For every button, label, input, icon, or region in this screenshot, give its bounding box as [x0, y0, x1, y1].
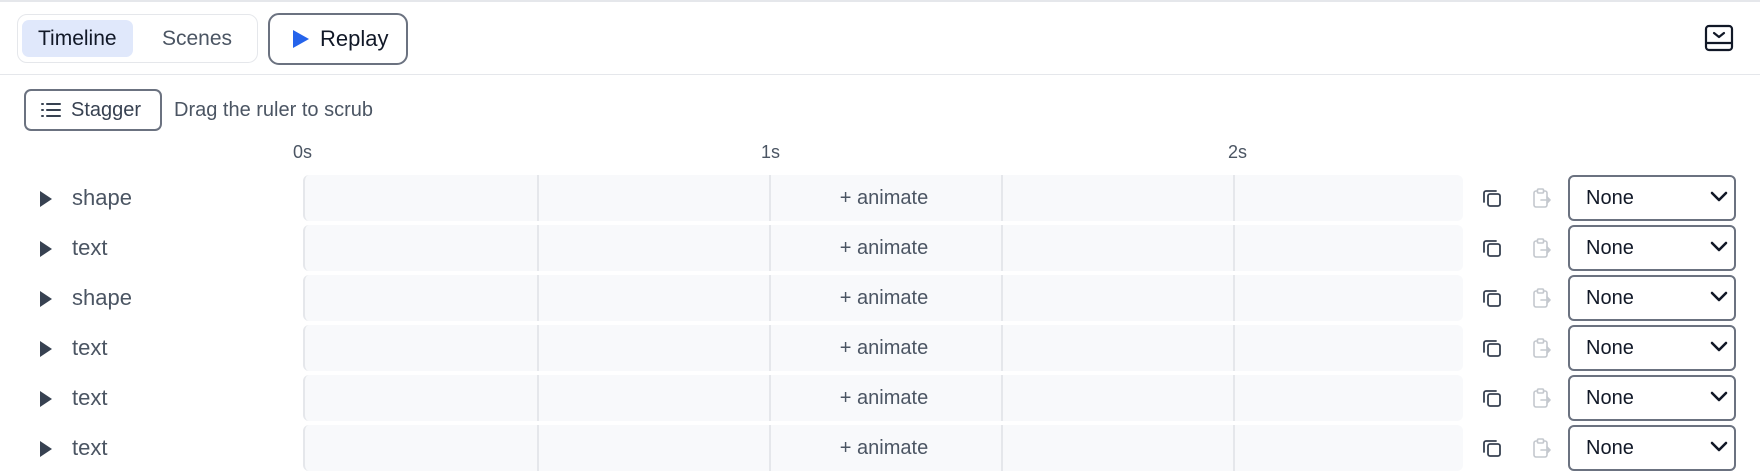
timeline-row: text + animate None	[0, 225, 1760, 271]
add-animation-label: + animate	[839, 187, 929, 209]
replay-button[interactable]: Replay	[268, 13, 408, 65]
ruler-tick-2s: 2s	[1228, 142, 1248, 162]
chevron-down-icon	[1710, 291, 1728, 302]
add-animation-label: + animate	[839, 387, 929, 409]
timeline-row: shape + animate None	[0, 275, 1760, 321]
chevron-down-icon	[1710, 441, 1728, 452]
add-animation-label: + animate	[839, 437, 929, 459]
animation-track[interactable]: + animate	[303, 375, 1463, 421]
paste-icon	[1533, 188, 1551, 208]
expand-triangle-icon[interactable]	[36, 339, 56, 359]
timeline-row: text + animate None	[0, 325, 1760, 371]
layer-name: text	[72, 385, 108, 410]
chevron-down-icon	[1710, 391, 1728, 402]
expand-triangle-icon[interactable]	[36, 239, 56, 259]
copy-icon[interactable]	[1481, 237, 1503, 259]
expand-triangle-icon[interactable]	[36, 439, 56, 459]
copy-icon[interactable]	[1481, 187, 1503, 209]
layer-name: text	[72, 335, 108, 360]
layer-name: text	[72, 435, 108, 460]
add-animation-label: + animate	[839, 237, 929, 259]
collapse-panel-icon[interactable]	[1704, 23, 1734, 53]
stagger-button[interactable]: Stagger	[24, 89, 162, 131]
chevron-down-icon	[1710, 241, 1728, 252]
easing-value: None	[1586, 437, 1634, 459]
animation-track[interactable]: + animate	[303, 225, 1463, 271]
play-icon	[293, 30, 309, 48]
copy-icon[interactable]	[1481, 437, 1503, 459]
chevron-down-icon	[1710, 191, 1728, 202]
expand-triangle-icon[interactable]	[36, 389, 56, 409]
easing-select[interactable]: None	[1568, 225, 1736, 271]
animation-track[interactable]: + animate	[303, 425, 1463, 471]
animation-track[interactable]: + animate	[303, 175, 1463, 221]
expand-triangle-icon[interactable]	[36, 289, 56, 309]
paste-icon	[1533, 288, 1551, 308]
layer-name: shape	[72, 185, 132, 210]
paste-icon	[1533, 438, 1551, 458]
easing-value: None	[1586, 337, 1634, 359]
chevron-down-icon	[1710, 341, 1728, 352]
easing-select[interactable]: None	[1568, 175, 1736, 221]
panel-header: Timeline Scenes Replay	[0, 2, 1760, 75]
easing-select[interactable]: None	[1568, 425, 1736, 471]
copy-icon[interactable]	[1481, 287, 1503, 309]
easing-select[interactable]: None	[1568, 275, 1736, 321]
ruler-tick-0s: 0s	[293, 142, 313, 162]
easing-value: None	[1586, 287, 1634, 309]
timeline-row: text + animate None	[0, 375, 1760, 421]
paste-icon	[1533, 388, 1551, 408]
expand-triangle-icon[interactable]	[36, 189, 56, 209]
easing-select[interactable]: None	[1568, 375, 1736, 421]
ruler-tick-1s: 1s	[761, 142, 781, 162]
timeline-row: text + animate None	[0, 425, 1760, 471]
tab-timeline[interactable]: Timeline	[22, 20, 133, 57]
animation-track[interactable]: + animate	[303, 275, 1463, 321]
timeline-row: shape + animate None	[0, 175, 1760, 221]
paste-icon	[1533, 338, 1551, 358]
add-animation-label: + animate	[839, 337, 929, 359]
animation-track[interactable]: + animate	[303, 325, 1463, 371]
paste-icon	[1533, 238, 1551, 258]
view-switcher: Timeline Scenes	[17, 14, 258, 63]
copy-icon[interactable]	[1481, 387, 1503, 409]
easing-value: None	[1586, 237, 1634, 259]
list-indent-icon	[41, 103, 61, 117]
layer-name: text	[72, 235, 108, 260]
tab-scenes[interactable]: Scenes	[146, 20, 248, 57]
copy-icon[interactable]	[1481, 337, 1503, 359]
scrub-hint: Drag the ruler to scrub	[174, 99, 373, 121]
easing-select[interactable]: None	[1568, 325, 1736, 371]
add-animation-label: + animate	[839, 287, 929, 309]
easing-value: None	[1586, 387, 1634, 409]
layer-name: shape	[72, 285, 132, 310]
stagger-label: Stagger	[71, 99, 142, 121]
easing-value: None	[1586, 187, 1634, 209]
replay-label: Replay	[320, 26, 389, 51]
